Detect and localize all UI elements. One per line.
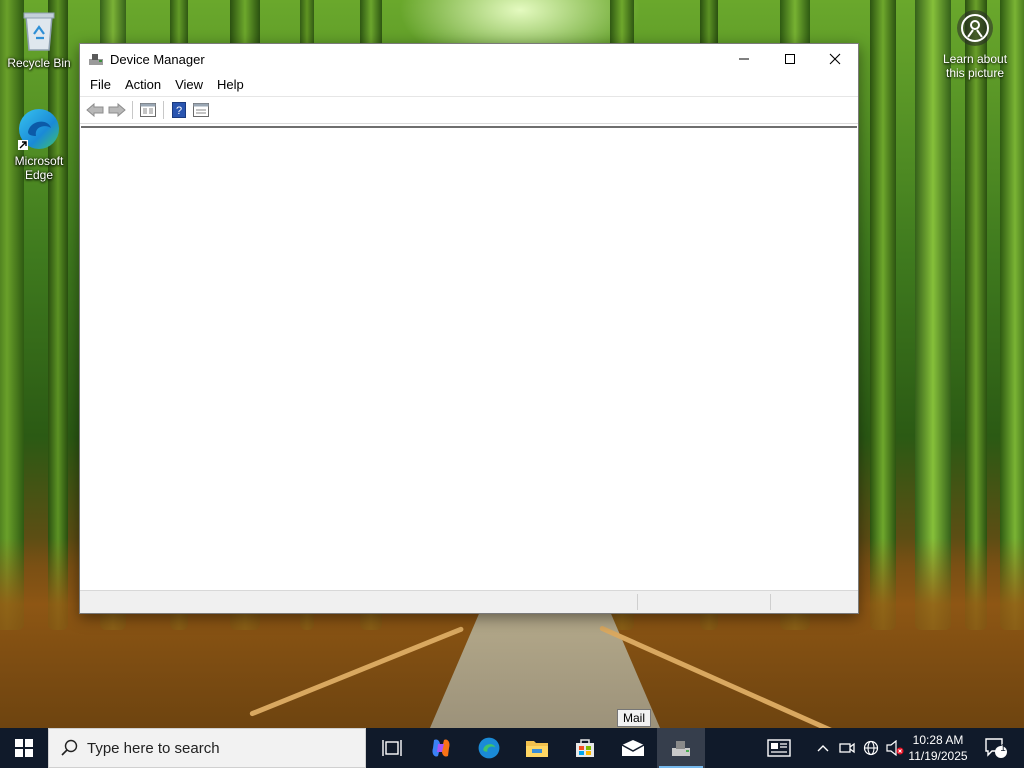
clock-time: 10:28 AM [912, 733, 964, 747]
folder-icon [526, 741, 548, 757]
toolbar: ? [80, 97, 858, 124]
globe-icon [863, 740, 879, 756]
status-pane [770, 594, 771, 610]
windows-icon [15, 739, 33, 757]
news-icon [767, 739, 791, 757]
taskbar: Type here to search 10:28 AM 11/19/2025 … [0, 728, 1024, 768]
maximize-icon [785, 54, 795, 64]
search-placeholder: Type here to search [87, 739, 220, 757]
minimize-icon [739, 58, 749, 60]
device-manager-icon [672, 741, 690, 756]
forward-arrow-icon [108, 103, 126, 117]
back-arrow-icon [86, 103, 104, 117]
copilot-icon [432, 739, 450, 757]
microsoft-store-button[interactable] [561, 728, 609, 768]
close-button[interactable] [812, 44, 858, 74]
mail-icon [621, 740, 645, 756]
edge-icon [16, 106, 62, 152]
properties-icon [193, 103, 209, 117]
camera-icon [839, 742, 855, 754]
search-icon [61, 739, 78, 756]
recycle-bin-label: Recycle Bin [7, 56, 71, 70]
close-icon [829, 53, 841, 65]
status-pane [637, 594, 638, 610]
volume-muted-icon [886, 740, 904, 756]
volume-button[interactable] [884, 728, 906, 768]
svg-text:?: ? [176, 105, 182, 117]
start-button[interactable] [0, 728, 48, 768]
file-explorer-button[interactable] [513, 728, 561, 768]
console-tree-icon [140, 103, 156, 117]
menu-view[interactable]: View [168, 74, 210, 96]
menu-file[interactable]: File [83, 74, 118, 96]
show-hide-console-tree-button[interactable] [137, 99, 159, 121]
menu-help[interactable]: Help [210, 74, 251, 96]
clock-date: 11/19/2025 [908, 749, 968, 763]
learn-about-picture[interactable]: Learn about this picture [940, 10, 1010, 80]
title-bar[interactable]: Device Manager [80, 44, 858, 74]
taskbar-clock[interactable]: 10:28 AM 11/19/2025 [905, 728, 971, 768]
maximize-button[interactable] [767, 44, 813, 74]
status-bar [80, 590, 858, 613]
properties-button[interactable] [190, 99, 212, 121]
edge-icon [478, 737, 500, 759]
toolbar-separator [163, 101, 164, 119]
recycle-bin-shortcut[interactable]: Recycle Bin [1, 8, 77, 70]
chevron-up-icon [817, 745, 829, 752]
taskbar-search-box[interactable]: Type here to search [48, 728, 366, 768]
news-widget-button[interactable] [762, 728, 796, 768]
menu-bar: File Action View Help [80, 74, 858, 97]
edge-taskbar-button[interactable] [465, 728, 513, 768]
camera-icon [957, 10, 993, 46]
notification-count-badge: 1 [1000, 743, 1006, 754]
store-icon [576, 739, 594, 757]
menu-action[interactable]: Action [118, 74, 168, 96]
device-manager-icon [89, 54, 103, 65]
help-button[interactable]: ? [168, 99, 190, 121]
mail-button[interactable] [609, 728, 657, 768]
back-button[interactable] [84, 99, 106, 121]
network-button[interactable] [860, 728, 882, 768]
window-title: Device Manager [110, 51, 205, 67]
help-icon: ? [172, 102, 186, 118]
taskbar-tooltip: Mail [617, 709, 652, 727]
copilot-button[interactable] [417, 728, 465, 768]
device-tree-pane[interactable] [81, 126, 857, 590]
task-view-icon [382, 740, 402, 756]
forward-button[interactable] [106, 99, 128, 121]
learn-about-label: Learn about this picture [942, 52, 1008, 80]
microsoft-edge-label: Microsoft Edge [14, 154, 64, 182]
action-center-button[interactable]: 1 [976, 728, 1016, 768]
task-view-button[interactable] [368, 728, 416, 768]
recycle-bin-icon [16, 8, 62, 54]
meet-now-button[interactable] [836, 728, 858, 768]
show-hidden-icons-button[interactable] [812, 728, 834, 768]
microsoft-edge-shortcut[interactable]: Microsoft Edge [1, 106, 77, 182]
device-manager-window: Device Manager File Action View Help ? [79, 43, 859, 614]
device-manager-taskbar-button[interactable] [657, 728, 705, 768]
toolbar-separator [132, 101, 133, 119]
minimize-button[interactable] [721, 44, 767, 74]
